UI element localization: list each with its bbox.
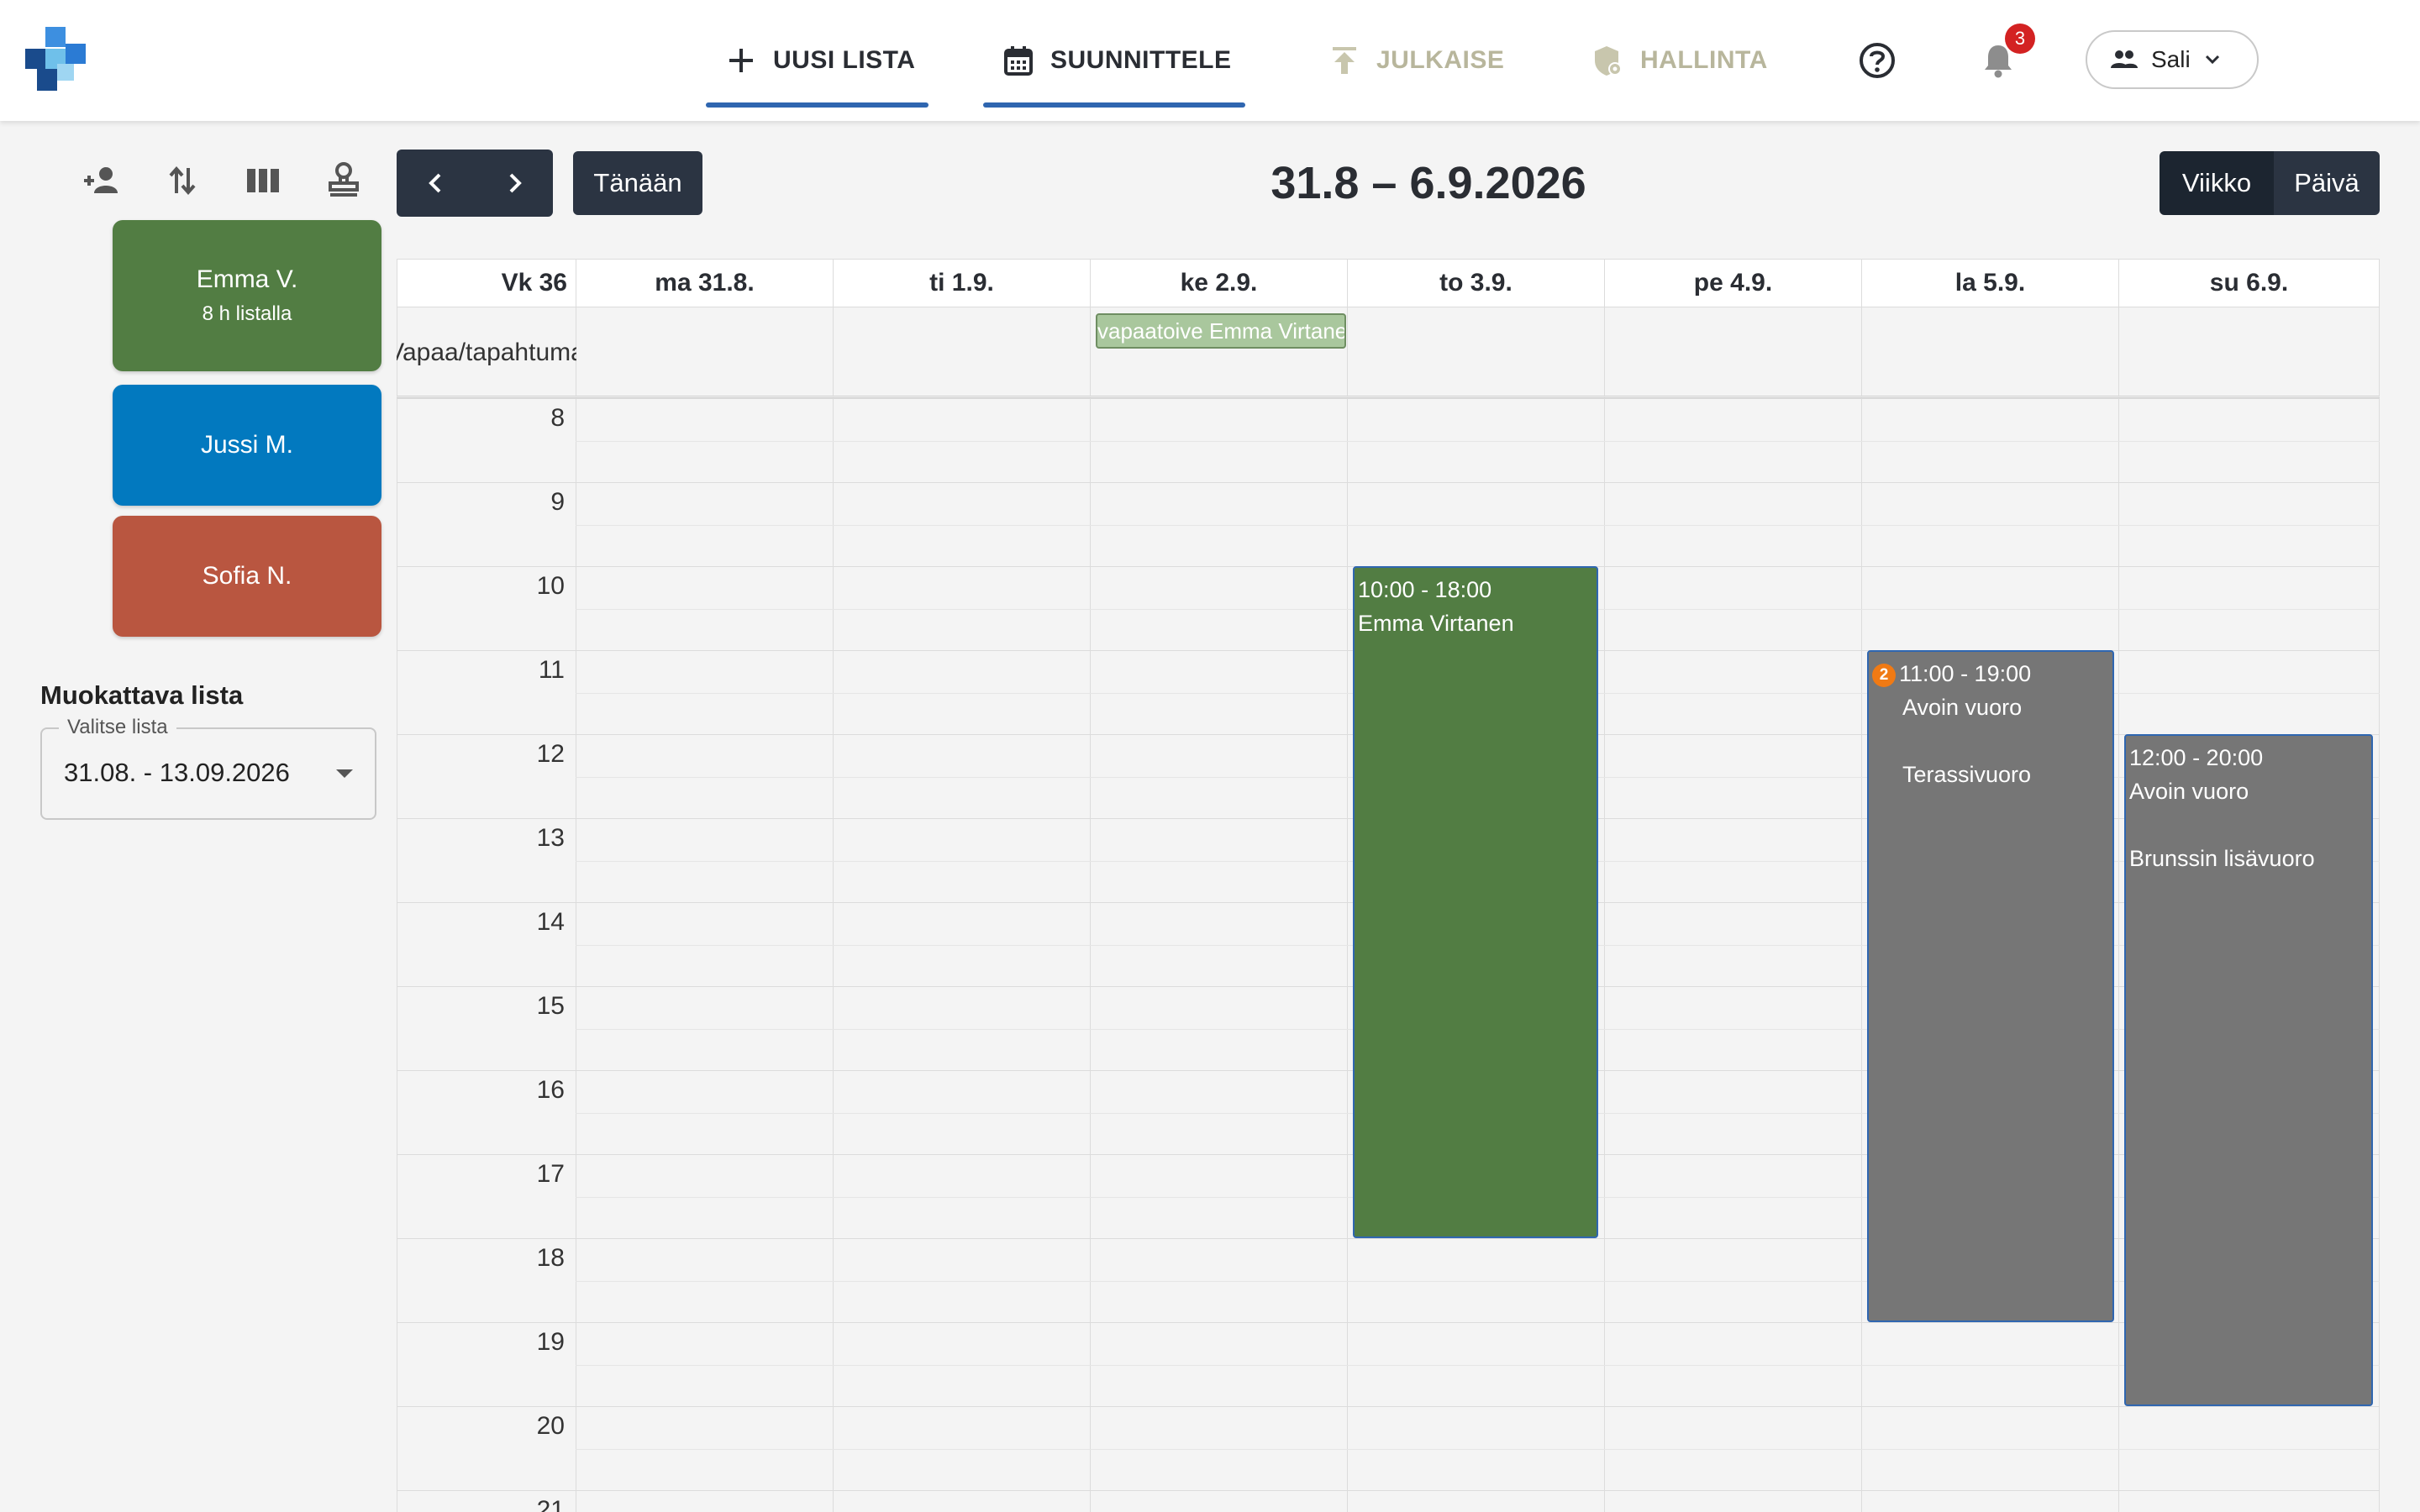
shift-count-badge: 2 [1872, 663, 1896, 687]
day-header[interactable]: ma 31.8. [576, 259, 834, 307]
employee-hours: 8 h listalla [202, 302, 292, 325]
week-number: Vk 36 [397, 259, 576, 307]
chevron-left-icon [428, 173, 440, 193]
day-header[interactable]: ke 2.9. [1091, 259, 1348, 307]
hour-label: 20 [536, 1412, 565, 1440]
previous-week-button[interactable] [397, 150, 475, 217]
nav-publish[interactable]: JULKAISE [1328, 0, 1504, 121]
shift-note: Brunssin lisävuoro [2129, 846, 2315, 871]
chevron-down-icon [2205, 55, 2219, 65]
hour-label: 14 [536, 908, 565, 936]
shift-note: Terassivuoro [1902, 762, 2032, 787]
publish-icon [1333, 47, 1356, 74]
employee-card-sofia[interactable]: Sofia N. [113, 516, 381, 637]
week-navigation [397, 150, 553, 217]
calendar-title: 31.8 – 6.9.2026 [1270, 158, 1586, 208]
employee-name: Sofia N. [202, 562, 292, 590]
hour-label: 10 [536, 572, 565, 600]
today-button[interactable]: Tänään [573, 151, 702, 215]
plus-icon [729, 49, 753, 72]
nav-admin[interactable]: HALLINTA [1591, 0, 1768, 121]
hour-label: 16 [536, 1076, 565, 1104]
employee-card-jussi[interactable]: Jussi M. [113, 385, 381, 506]
add-employee-icon[interactable] [81, 160, 123, 202]
allday-cell[interactable] [1348, 307, 1605, 398]
day-header[interactable]: pe 4.9. [1605, 259, 1862, 307]
employee-name: Emma V. [196, 265, 298, 293]
nav-new-list[interactable]: UUSI LISTA [705, 0, 929, 121]
list-select-value: 31.08. - 13.09.2026 [64, 758, 290, 787]
employee-name: Jussi M. [200, 431, 293, 459]
nav-new-list-label: UUSI LISTA [773, 46, 916, 74]
allday-label: Vapaa/ tapahtuma [397, 307, 585, 398]
editable-list-heading: Muokattava lista [40, 680, 244, 710]
list-select[interactable]: Valitse lista 31.08. - 13.09.2026 [40, 716, 376, 820]
shift-block[interactable]: 2 11:00 - 19:00 Avoin vuoro Terassivuoro [1867, 650, 2114, 1322]
hour-label: 17 [536, 1160, 565, 1188]
allday-label-line2: tapahtuma [466, 339, 585, 366]
chevron-right-icon [509, 173, 522, 193]
allday-cell[interactable] [576, 307, 834, 398]
hour-row[interactable]: 8 [397, 398, 2380, 482]
allday-cell[interactable] [1862, 307, 2119, 398]
hour-label: 9 [550, 488, 565, 516]
shift-title: Avoin vuoro [2129, 779, 2249, 804]
allday-label-line1: Vapaa/ [397, 339, 466, 366]
view-week-button[interactable]: Viikko [2160, 151, 2274, 215]
columns-icon[interactable] [242, 160, 284, 202]
dropdown-caret-icon [336, 769, 353, 778]
nav-admin-label: HALLINTA [1640, 46, 1768, 74]
day-header[interactable]: to 3.9. [1348, 259, 1605, 307]
shift-block[interactable]: 10:00 - 18:00 Emma Virtanen [1353, 566, 1598, 1238]
group-icon [2111, 50, 2138, 68]
day-header[interactable]: la 5.9. [1862, 259, 2119, 307]
hour-label: 8 [550, 404, 565, 432]
hour-label: 18 [536, 1244, 565, 1272]
hour-row[interactable]: 21 [397, 1490, 2380, 1512]
day-header[interactable]: ti 1.9. [834, 259, 1091, 307]
hour-label: 12 [536, 740, 565, 768]
day-header[interactable]: su 6.9. [2119, 259, 2380, 307]
hour-row[interactable]: 20 [397, 1406, 2380, 1490]
notification-count-badge: 3 [2005, 24, 2035, 54]
shield-gear-icon [1595, 46, 1622, 76]
week-calendar-grid: Vk 36 ma 31.8. ti 1.9. ke 2.9. to 3.9. p… [397, 259, 2380, 1512]
hour-label: 13 [536, 824, 565, 852]
shift-time: 12:00 - 20:00 [2129, 745, 2264, 770]
shift-time: 10:00 - 18:00 [1358, 577, 1492, 602]
hour-label: 11 [538, 656, 565, 684]
employee-card-emma[interactable]: Emma V. 8 h listalla [113, 220, 381, 371]
shift-title: Avoin vuoro [1902, 695, 2023, 720]
location-label: Sali [2151, 46, 2191, 72]
allday-cell[interactable] [2119, 307, 2380, 398]
nav-plan[interactable]: SUUNNITTELE [983, 0, 1244, 121]
list-select-label: Valitse lista [59, 716, 176, 739]
shift-block[interactable]: 12:00 - 20:00 Avoin vuoro Brunssin lisäv… [2124, 734, 2373, 1406]
hour-row[interactable]: 9 [397, 482, 2380, 566]
allday-cell[interactable] [1605, 307, 1862, 398]
view-day-button[interactable]: Päivä [2274, 151, 2380, 215]
nav-plan-label: SUUNNITTELE [1050, 46, 1232, 74]
allday-event[interactable]: vapaatoive Emma Virtanen [1096, 313, 1346, 349]
shift-time: 11:00 - 19:00 [1899, 661, 2032, 686]
hour-row[interactable]: 19 [397, 1322, 2380, 1406]
stamp-icon[interactable] [323, 160, 365, 202]
sort-icon[interactable] [161, 160, 203, 202]
nav-publish-label: JULKAISE [1376, 46, 1505, 74]
location-selector[interactable]: Sali [2086, 30, 2259, 89]
calendar-icon [1004, 46, 1033, 76]
hour-label: 21 [536, 1496, 565, 1512]
hour-label: 15 [536, 992, 565, 1020]
next-week-button[interactable] [475, 150, 553, 217]
top-navigation: UUSI LISTA SUUNNITTELE JULKAISE HALLINTA [0, 0, 2420, 121]
view-toggle: Viikko Päivä [2160, 151, 2380, 215]
help-icon[interactable] [1857, 40, 1897, 81]
app-logo-icon[interactable] [25, 27, 89, 94]
allday-cell[interactable] [834, 307, 1091, 398]
hour-label: 19 [536, 1328, 565, 1356]
shift-title: Emma Virtanen [1358, 611, 1514, 636]
